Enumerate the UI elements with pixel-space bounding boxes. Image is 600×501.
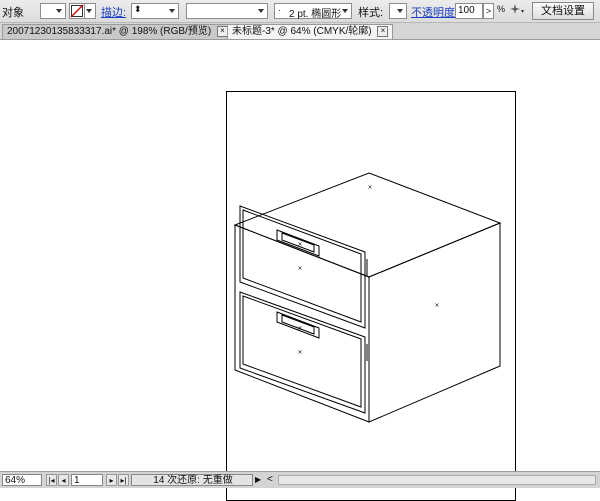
- svg-text:×: ×: [297, 241, 302, 248]
- svg-text:×: ×: [367, 184, 372, 191]
- stroke-swatch-dropdown[interactable]: [85, 3, 96, 19]
- brush-dot-icon: ·: [278, 5, 281, 15]
- tab-document-1[interactable]: 20071230135833317.ai* @ 198% (RGB/预览) ×: [2, 24, 233, 39]
- stroke-weight-dropdown[interactable]: ⬍: [131, 3, 179, 19]
- brush-dropdown[interactable]: · 2 pt. 椭圆形: [274, 3, 352, 20]
- stroke-none-swatch[interactable]: [69, 3, 85, 19]
- status-bar: 64% |◂ ◂ 1 ▸ ▸| 14 次还原: 无重做 ▶ <: [0, 471, 600, 488]
- svg-text:×: ×: [297, 265, 302, 272]
- opacity-input[interactable]: 100: [455, 3, 483, 19]
- scroll-left-icon[interactable]: <: [267, 474, 277, 486]
- fill-color-dropdown[interactable]: [40, 3, 66, 19]
- next-page-icon[interactable]: ▸: [106, 474, 117, 486]
- prev-page-icon[interactable]: ◂: [58, 474, 69, 486]
- object-label: 对象: [2, 7, 24, 19]
- spinner-icon: ⬍: [134, 4, 142, 14]
- recolor-artwork-icon[interactable]: [506, 2, 526, 20]
- play-arrow-icon[interactable]: ▶: [255, 474, 265, 486]
- tab-label: 20071230135833317.ai* @ 198% (RGB/预览): [7, 26, 212, 37]
- first-page-icon[interactable]: |◂: [46, 474, 57, 486]
- doc-setup-button[interactable]: 文档设置: [532, 2, 594, 20]
- page-field[interactable]: 1: [71, 474, 103, 486]
- opacity-unit: %: [497, 4, 506, 14]
- cabinet-drawing: × × × × × ×: [233, 172, 502, 423]
- canvas[interactable]: × × × × × ×: [0, 40, 600, 501]
- last-page-icon[interactable]: ▸|: [118, 474, 129, 486]
- tab-label: 未标题-3* @ 64% (CMYK/轮廓): [232, 26, 372, 37]
- no-stroke-icon: [70, 4, 84, 18]
- svg-text:×: ×: [297, 325, 302, 332]
- tab-document-2[interactable]: 未标题-3* @ 64% (CMYK/轮廓) ×: [227, 24, 394, 39]
- opacity-arrow-button[interactable]: >: [483, 3, 494, 19]
- control-bar: 对象 描边: ⬍ · 2 pt. 椭圆形 样式: 不透明度: 100 > % 文…: [0, 0, 600, 23]
- svg-text:×: ×: [434, 302, 439, 309]
- style-dropdown[interactable]: [389, 3, 407, 19]
- horizontal-scrollbar[interactable]: [278, 475, 596, 485]
- status-text: 14 次还原: 无重做: [131, 474, 253, 486]
- brush-value: 2 pt. 椭圆形: [289, 9, 342, 20]
- stroke-link[interactable]: 描边:: [101, 4, 126, 20]
- opacity-link[interactable]: 不透明度:: [411, 4, 458, 20]
- zoom-field[interactable]: 64%: [2, 474, 42, 486]
- style-label: 样式:: [358, 7, 384, 19]
- close-icon[interactable]: ×: [377, 25, 389, 37]
- svg-text:×: ×: [297, 349, 302, 356]
- document-tab-bar: 20071230135833317.ai* @ 198% (RGB/预览) × …: [0, 23, 600, 40]
- variable-width-dropdown[interactable]: [186, 3, 268, 19]
